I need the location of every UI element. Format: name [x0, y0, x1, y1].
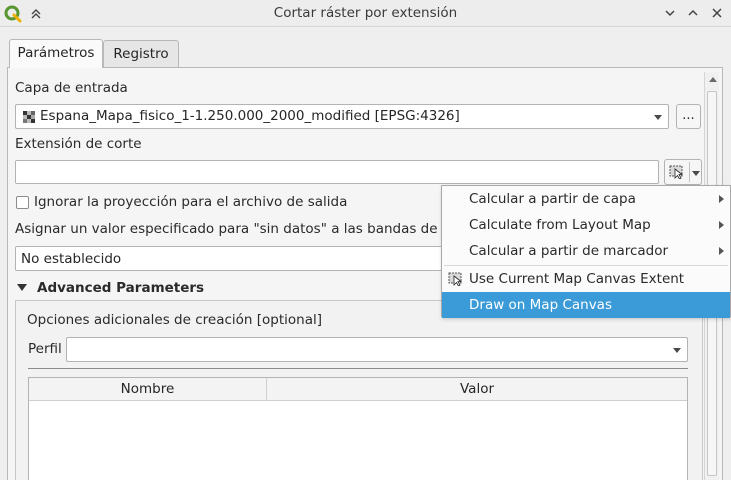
separator-line [28, 368, 688, 369]
input-layer-combo[interactable]: Espana_Mapa_fisico_1-1.250.000_2000_modi… [15, 104, 669, 129]
scroll-up-icon[interactable] [709, 77, 717, 82]
maximize-icon[interactable] [686, 6, 700, 20]
menu-item-label: Calcular a partir de capa [469, 191, 636, 207]
menu-item-label: Calculate from Layout Map [469, 217, 651, 233]
chevron-down-icon [673, 348, 681, 353]
button-divider [689, 162, 690, 182]
column-header-nombre[interactable]: Nombre [29, 378, 267, 401]
profile-combo[interactable] [66, 337, 688, 362]
title-bar: Cortar ráster por extensión [0, 0, 731, 27]
nodata-label: Asignar un valor especificado para "sin … [15, 221, 443, 237]
tab-registro[interactable]: Registro [103, 40, 179, 67]
menu-item-label: Calcular a partir de marcador [469, 243, 669, 259]
submenu-arrow-icon [719, 195, 724, 203]
extent-select-button[interactable] [664, 159, 702, 185]
extent-dropdown-menu: Calcular a partir de capa Calculate from… [441, 185, 731, 318]
advanced-parameters-header[interactable]: Advanced Parameters [37, 280, 204, 296]
column-header-valor[interactable]: Valor [267, 378, 687, 401]
extent-input[interactable] [15, 160, 659, 184]
extent-label: Extensión de corte [15, 136, 142, 152]
menu-item-draw-on-canvas[interactable]: Draw on Map Canvas [442, 292, 730, 318]
profile-label: Perfil [28, 341, 62, 357]
chevron-down-icon [654, 115, 662, 120]
menu-item-label: Draw on Map Canvas [469, 297, 612, 313]
menu-item-layout-map[interactable]: Calculate from Layout Map [442, 212, 730, 238]
tab-parametros[interactable]: Parámetros [9, 39, 103, 68]
raster-layer-icon [23, 111, 35, 123]
nodata-input[interactable]: No establecido [15, 246, 445, 271]
map-extent-icon [669, 165, 684, 179]
input-layer-label: Capa de entrada [15, 80, 128, 96]
chevron-down-icon [692, 171, 700, 176]
close-icon[interactable] [710, 6, 724, 20]
browse-button[interactable]: ... [676, 104, 701, 129]
input-layer-value: Espana_Mapa_fisico_1-1.250.000_2000_modi… [40, 108, 460, 124]
collapse-triangle-icon[interactable] [17, 284, 27, 291]
menu-item-current-canvas-extent[interactable]: Use Current Map Canvas Extent [442, 266, 730, 292]
submenu-arrow-icon [719, 247, 724, 255]
creation-options-table[interactable]: Nombre Valor [28, 377, 688, 480]
window-title: Cortar ráster por extensión [273, 5, 458, 21]
menu-item-calcular-capa[interactable]: Calcular a partir de capa [442, 186, 730, 212]
minimize-icon[interactable] [663, 6, 677, 20]
menu-item-label: Use Current Map Canvas Extent [469, 271, 685, 287]
ignore-projection-checkbox[interactable] [16, 196, 29, 209]
nodata-value: No establecido [21, 251, 122, 267]
submenu-arrow-icon [719, 221, 724, 229]
menu-item-calcular-marcador[interactable]: Calcular a partir de marcador [442, 238, 730, 264]
creation-options-label: Opciones adicionales de creación [option… [27, 312, 322, 328]
map-extent-icon [448, 272, 463, 286]
ignore-projection-label: Ignorar la proyección para el archivo de… [34, 194, 348, 210]
